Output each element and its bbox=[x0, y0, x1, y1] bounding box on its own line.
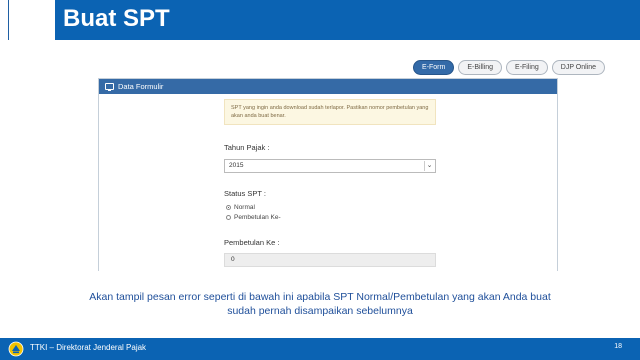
footer-text: TTKI – Direktorat Jenderal Pajak bbox=[30, 343, 147, 352]
footer: TTKI – Direktorat Jenderal Pajak 18 bbox=[0, 338, 640, 360]
tab-e-billing[interactable]: E-Billing bbox=[458, 60, 503, 75]
left-accent-line bbox=[8, 0, 9, 40]
radio-button[interactable] bbox=[226, 215, 231, 220]
tahun-pajak-value: 2015 bbox=[229, 162, 244, 169]
djp-logo-icon bbox=[8, 341, 24, 357]
status-spt-label: Status SPT : bbox=[224, 189, 266, 198]
tab-e-form[interactable]: E-Form bbox=[413, 60, 455, 75]
tab-djp-online[interactable]: DJP Online bbox=[551, 60, 606, 75]
tahun-pajak-label: Tahun Pajak : bbox=[224, 143, 270, 152]
caption-line-2: sudah pernah disampaikan sebelumnya bbox=[227, 305, 413, 317]
radio-button-checked[interactable] bbox=[226, 205, 231, 210]
radio-pembetulan[interactable]: Pembetulan Ke- bbox=[226, 214, 281, 221]
page-number: 18 bbox=[614, 343, 622, 350]
chevron-down-icon: ⌄ bbox=[424, 161, 434, 171]
warning-alert: SPT yang ingin anda download sudah terla… bbox=[224, 99, 436, 125]
title-bar: Buat SPT bbox=[55, 0, 640, 40]
data-formulir-panel: Data Formulir SPT yang ingin anda downlo… bbox=[98, 78, 558, 271]
pembetulan-ke-label: Pembetulan Ke : bbox=[224, 238, 280, 247]
radio-normal[interactable]: Normal bbox=[226, 204, 255, 211]
radio-normal-label: Normal bbox=[234, 204, 255, 211]
caption-line-1: Akan tampil pesan error seperti di bawah… bbox=[89, 291, 551, 303]
tahun-pajak-select[interactable]: 2015 ⌄ bbox=[224, 159, 436, 173]
tab-e-filing[interactable]: E-Filing bbox=[506, 60, 548, 75]
tab-bar: E-Form E-Billing E-Filing DJP Online bbox=[413, 60, 606, 75]
panel-header: Data Formulir bbox=[99, 79, 557, 94]
radio-pembetulan-label: Pembetulan Ke- bbox=[234, 214, 281, 221]
pembetulan-ke-field: 0 bbox=[224, 253, 436, 267]
monitor-icon bbox=[105, 83, 114, 91]
caption: Akan tampil pesan error seperti di bawah… bbox=[20, 290, 620, 318]
panel-title: Data Formulir bbox=[118, 82, 164, 91]
page-title: Buat SPT bbox=[63, 5, 170, 32]
